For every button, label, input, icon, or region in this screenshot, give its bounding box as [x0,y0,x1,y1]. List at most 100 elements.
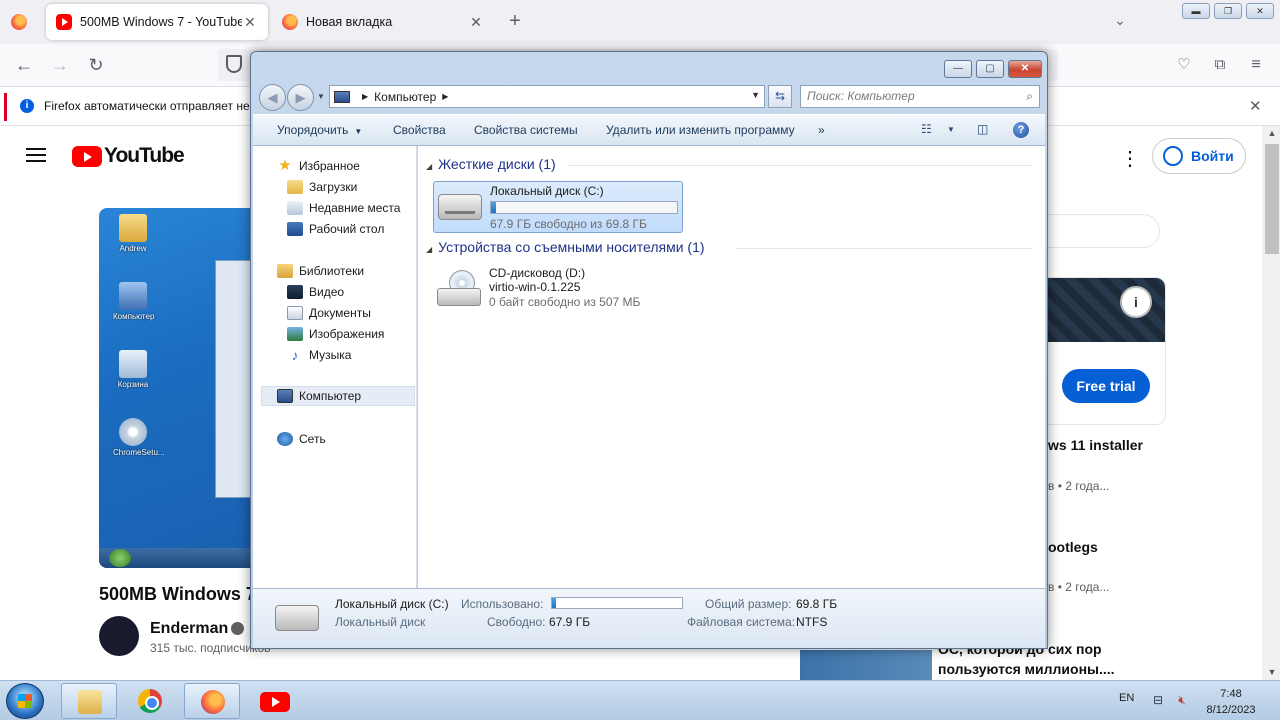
back-arrow-icon[interactable]: ◀ [259,84,286,111]
system-properties-button[interactable]: Свойства системы [474,123,578,137]
minimize-button[interactable]: — [944,60,972,78]
menu-icon[interactable]: ≡ [1244,54,1268,76]
browser-close-button[interactable]: ✕ [1246,3,1274,19]
organize-button[interactable]: Упорядочить ▼ [277,123,362,137]
notification-close-icon[interactable]: ✕ [1249,97,1262,115]
taskbar-chrome-button[interactable] [122,683,178,719]
tab-youtube[interactable]: 500MB Windows 7 - YouTube ✕ [46,4,268,40]
recommendation-meta: в • 2 года... [1048,580,1110,594]
browser-minimize-button[interactable]: ▬ [1182,3,1210,19]
more-commands-button[interactable]: » [818,123,825,137]
details-free-value: 67.9 ГБ [549,615,591,629]
guide-menu-icon[interactable] [26,148,46,162]
computer-icon [119,282,147,310]
channel-avatar[interactable] [99,616,139,656]
drive-name: CD-дисковод (D:) [489,266,586,280]
tab-new-tab[interactable]: Новая вкладка ✕ [272,4,494,40]
nav-favorites[interactable]: ★ Избранное [277,156,360,176]
breadcrumb-arrow-icon[interactable]: ▶ [362,92,368,101]
youtube-icon [260,692,290,712]
details-used-label: Использовано: [461,597,544,611]
back-button[interactable]: ← [12,54,36,76]
nav-network[interactable]: Сеть [277,429,326,449]
scroll-up-icon[interactable]: ▲ [1266,128,1278,138]
nav-pictures[interactable]: Изображения [287,324,384,344]
nav-desktop[interactable]: Рабочий стол [287,219,384,239]
tab-close-icon[interactable]: ✕ [242,14,258,31]
recent-places-icon [287,201,303,215]
recent-pages-dropdown-icon[interactable]: ▼ [317,92,325,101]
breadcrumb-arrow-icon[interactable]: ▶ [442,92,448,101]
pocket-icon[interactable]: ♡ [1172,54,1196,76]
forward-button[interactable]: → [48,54,72,76]
tab-title: Новая вкладка [306,15,393,29]
nav-videos[interactable]: Видео [287,282,344,302]
channel-name[interactable]: Enderman [150,620,245,638]
drive-c-tile[interactable]: Локальный диск (C:) 67.9 ГБ свободно из … [433,181,683,233]
network-tray-icon[interactable]: ⊟ [1150,693,1166,707]
clock[interactable]: 7:48 8/12/2023 [1196,686,1266,718]
taskbar-youtube-button[interactable] [246,683,302,719]
group-header-removable[interactable]: ◢ Устройства со съемными носителями (1) [426,239,705,255]
start-button[interactable] [6,683,44,719]
youtube-logo-text[interactable]: YouTube [104,144,185,168]
view-dropdown-icon[interactable]: ▼ [947,125,955,141]
nav-recent-places[interactable]: Недавние места [287,198,400,218]
desktop-icon-recycle-bin: Корзина [113,350,153,389]
reload-button[interactable]: ↻ [84,54,108,76]
ad-info-icon[interactable]: i [1120,286,1152,318]
nav-music[interactable]: ♪ Музыка [287,345,352,365]
desktop-icon-setup: ChromeSetu... [113,418,165,457]
address-bar[interactable]: ▶ Компьютер ▶ ▼ [329,85,765,108]
language-indicator[interactable]: EN [1119,692,1134,704]
search-icon[interactable]: ⌕ [1026,89,1033,104]
free-trial-button[interactable]: Free trial [1062,369,1150,403]
browser-restore-button[interactable]: ❐ [1214,3,1242,19]
extensions-icon[interactable]: ⧉ [1208,54,1232,76]
list-all-tabs-button[interactable]: ⌄ [1110,12,1130,32]
volume-muted-icon[interactable]: 🔇︎ [1174,693,1190,707]
new-tab-button[interactable]: + [505,11,525,31]
drive-d-tile[interactable]: CD-дисковод (D:) virtio-win-0.1.225 0 ба… [433,264,683,316]
tab-close-icon[interactable]: ✕ [468,14,484,31]
firefox-view-icon[interactable] [11,14,27,30]
properties-button[interactable]: Свойства [393,123,446,137]
recommendation-title[interactable]: ootlegs [1048,539,1098,555]
video-player[interactable]: Andrew Компьютер Корзина ChromeSetu... [99,208,251,568]
address-dropdown-icon[interactable]: ▼ [751,90,760,100]
taskbar-explorer-button[interactable] [61,683,117,719]
forward-arrow-icon[interactable]: ▶ [287,84,314,111]
taskbar-firefox-button[interactable] [184,683,240,719]
nav-label: Рабочий стол [309,222,385,236]
content-pane: ◢ Жесткие диски (1) Локальный диск (C:) 6… [418,146,1045,588]
recommendation-title[interactable]: ws 11 installer [1048,437,1143,453]
collapse-triangle-icon[interactable]: ◢ [426,245,432,254]
sign-in-button[interactable]: Войти [1152,138,1246,174]
drive-free-space: 0 байт свободно из 507 МБ [489,295,641,309]
nav-documents[interactable]: Документы [287,303,371,323]
cd-setup-icon [119,418,147,446]
youtube-logo-icon[interactable] [72,146,102,167]
recommendation-thumbnail[interactable] [800,650,932,680]
close-button[interactable]: ✕ [1008,60,1042,78]
nav-libraries[interactable]: Библиотеки [277,261,364,281]
nav-downloads[interactable]: Загрузки [287,177,357,197]
tracking-protection-shield-icon[interactable] [226,55,242,73]
preview-pane-icon[interactable]: ◫ [977,122,988,138]
change-view-icon[interactable]: ☷ [921,122,932,138]
refresh-button[interactable]: ⇆ [768,85,792,108]
recommendation-title-line2[interactable]: пользуются миллионы.... [938,661,1115,677]
collapse-triangle-icon[interactable]: ◢ [426,162,432,171]
settings-kebab-icon[interactable]: ⋮ [1120,146,1140,171]
libraries-icon [277,264,293,278]
search-input[interactable]: Поиск: Компьютер ⌕ [800,85,1040,108]
maximize-button[interactable]: ▢ [976,60,1004,78]
page-scrollbar-thumb[interactable] [1265,144,1279,254]
nav-computer[interactable]: Компьютер [261,386,415,406]
group-header-hard-drives[interactable]: ◢ Жесткие диски (1) [426,156,556,172]
ad-card[interactable]: i Free trial [1048,277,1166,425]
uninstall-program-button[interactable]: Удалить или изменить программу [606,123,795,137]
help-icon[interactable]: ? [1013,122,1029,138]
scroll-down-icon[interactable]: ▼ [1266,667,1278,677]
breadcrumb-computer[interactable]: Компьютер [374,90,436,104]
